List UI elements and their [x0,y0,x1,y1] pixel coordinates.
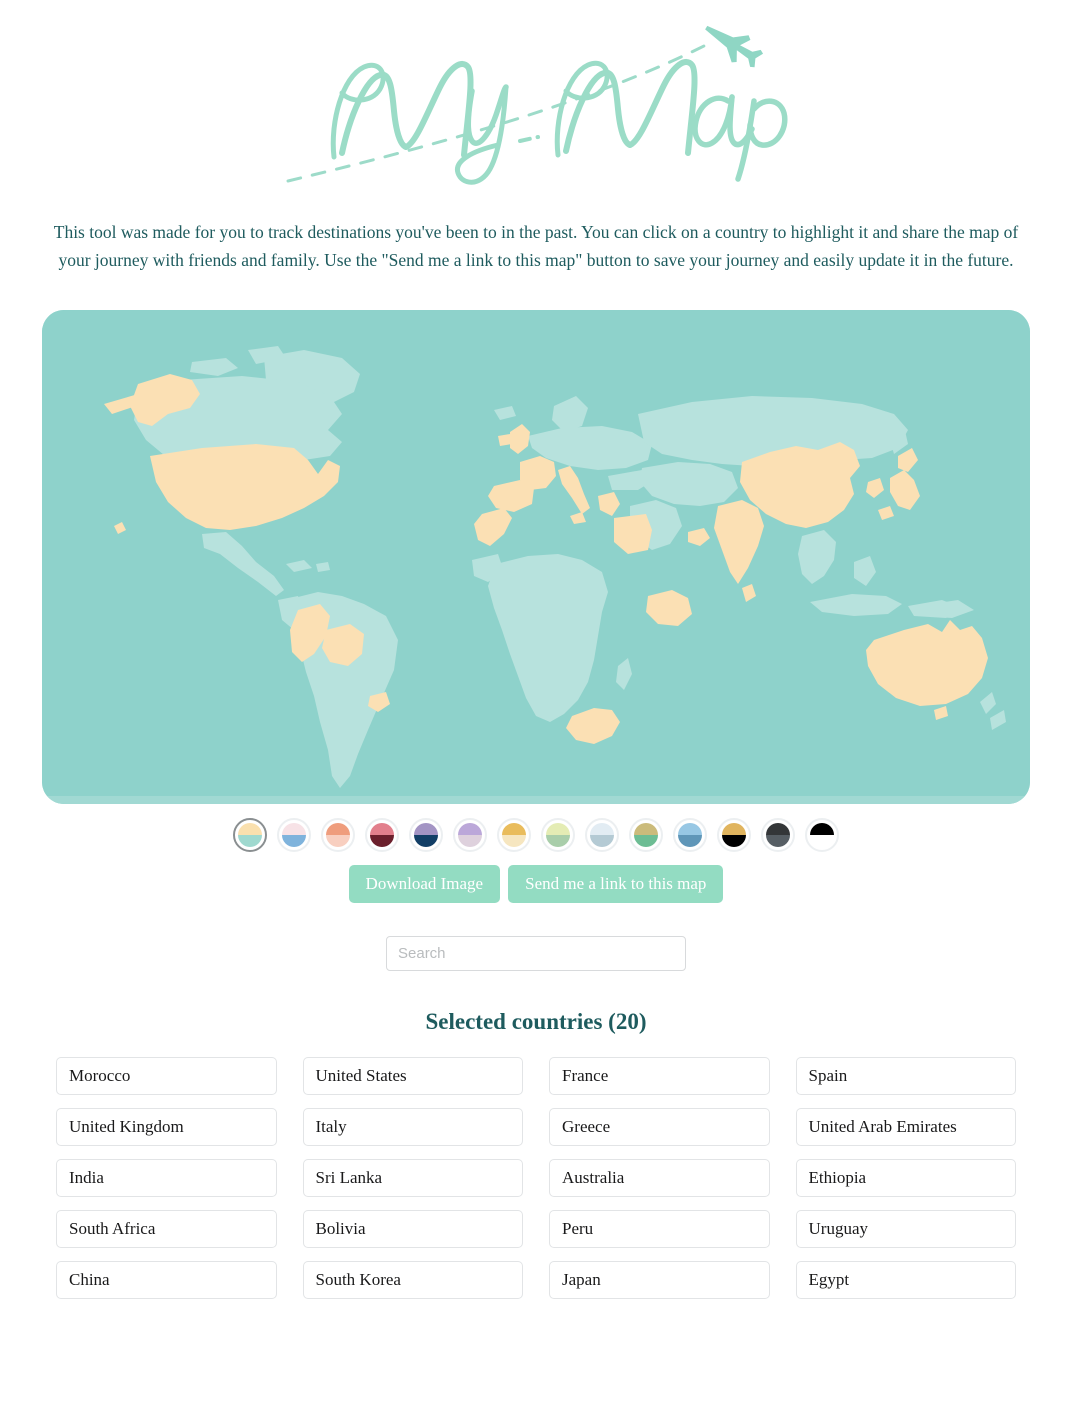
swatch-top [678,822,702,835]
country-chip[interactable]: Uruguay [795,1209,1016,1248]
logo-wordmark [330,58,788,185]
swatch-inner [326,822,350,847]
swatch-bottom [678,834,702,847]
color-palette[interactable] [42,817,1030,852]
swatch-top [634,822,658,835]
country-chip[interactable]: Italy [302,1107,523,1146]
swatch-inner [766,822,790,847]
swatch-top [766,822,790,835]
swatch-top [502,822,526,835]
color-swatch-violet-mauve[interactable] [453,817,487,852]
color-swatch-cream-mint[interactable] [233,817,267,852]
color-swatch-black-white[interactable] [805,817,839,852]
swatch-inner [370,822,394,847]
color-swatch-rose-maroon[interactable] [365,817,399,852]
swatch-inner [634,822,658,847]
swatch-bottom [238,834,262,847]
swatch-inner [458,822,482,847]
color-swatch-coral-blush[interactable] [321,817,355,852]
country-chip[interactable]: China [56,1260,277,1299]
swatch-inner [590,822,614,847]
selected-countries-grid: Morocco United States France Spain Unite… [56,1056,1016,1299]
country-chip[interactable]: United States [302,1056,523,1095]
color-swatch-lime-sage[interactable] [541,817,575,852]
swatch-bottom [370,834,394,847]
map-section: Download Image Send me a link to this ma… [42,309,1030,903]
swatch-inner [414,822,438,847]
world-map[interactable] [42,309,1030,804]
swatch-bottom [282,834,306,847]
swatch-top [810,822,834,835]
swatch-inner [546,822,570,847]
swatch-bottom [414,834,438,847]
country-chip[interactable]: Ethiopia [795,1158,1016,1197]
app-logo: My Map [286,25,788,185]
color-swatch-lilac-navy[interactable] [409,817,443,852]
country-chip[interactable]: South Africa [56,1209,277,1248]
country-chip[interactable]: South Korea [302,1260,523,1299]
airplane-icon [705,25,764,68]
intro-description: This tool was made for you to track dest… [53,222,1019,271]
country-chip[interactable]: United Kingdom [56,1107,277,1146]
swatch-inner [502,822,526,847]
swatch-inner [810,822,834,847]
swatch-top [458,822,482,835]
swatch-inner [282,822,306,847]
country-chip[interactable]: France [549,1056,770,1095]
swatch-top [546,822,570,835]
swatch-top [590,822,614,835]
swatch-top [238,822,262,835]
swatch-bottom [458,834,482,847]
search-input[interactable] [386,935,686,971]
swatch-bottom [810,834,834,847]
swatch-top [282,822,306,835]
download-image-button[interactable]: Download Image [348,864,501,903]
swatch-bottom [546,834,570,847]
send-link-button[interactable]: Send me a link to this map [508,864,724,903]
country-chip[interactable]: Sri Lanka [302,1158,523,1197]
country-chip[interactable]: Spain [795,1056,1016,1095]
swatch-top [722,822,746,835]
country-chip[interactable]: Egypt [795,1260,1016,1299]
country-chip[interactable]: Peru [549,1209,770,1248]
app-header: My Map [0,0,1072,200]
swatch-top [370,822,394,835]
color-swatch-olive-green[interactable] [629,817,663,852]
map-actions: Download Image Send me a link to this ma… [42,864,1030,903]
swatch-top [414,822,438,835]
world-map-svg[interactable] [42,309,1030,804]
country-chip[interactable]: Morocco [56,1056,277,1095]
country-chip[interactable]: Japan [549,1260,770,1299]
color-swatch-gold-sand[interactable] [497,817,531,852]
swatch-bottom [326,834,350,847]
country-chip[interactable]: India [56,1158,277,1197]
swatch-inner [238,822,262,847]
swatch-bottom [722,834,746,847]
color-swatch-sky-slate[interactable] [673,817,707,852]
country-chip[interactable]: Australia [549,1158,770,1197]
country-chip[interactable]: United Arab Emirates [795,1107,1016,1146]
color-swatch-pink-blue[interactable] [277,817,311,852]
swatch-bottom [634,834,658,847]
swatch-inner [678,822,702,847]
selected-countries-title: Selected countries (20) [425,1008,647,1034]
swatch-bottom [766,834,790,847]
map-country-ireland-outline [498,433,512,446]
swatch-inner [722,822,746,847]
swatch-bottom [590,834,614,847]
country-chip[interactable]: Bolivia [302,1209,523,1248]
color-swatch-charcoal-slate[interactable] [761,817,795,852]
search-section [0,935,1072,971]
swatch-bottom [502,834,526,847]
color-swatch-ice-steel[interactable] [585,817,619,852]
color-swatch-gold-black[interactable] [717,817,751,852]
swatch-top [326,822,350,835]
country-chip[interactable]: Greece [549,1107,770,1146]
